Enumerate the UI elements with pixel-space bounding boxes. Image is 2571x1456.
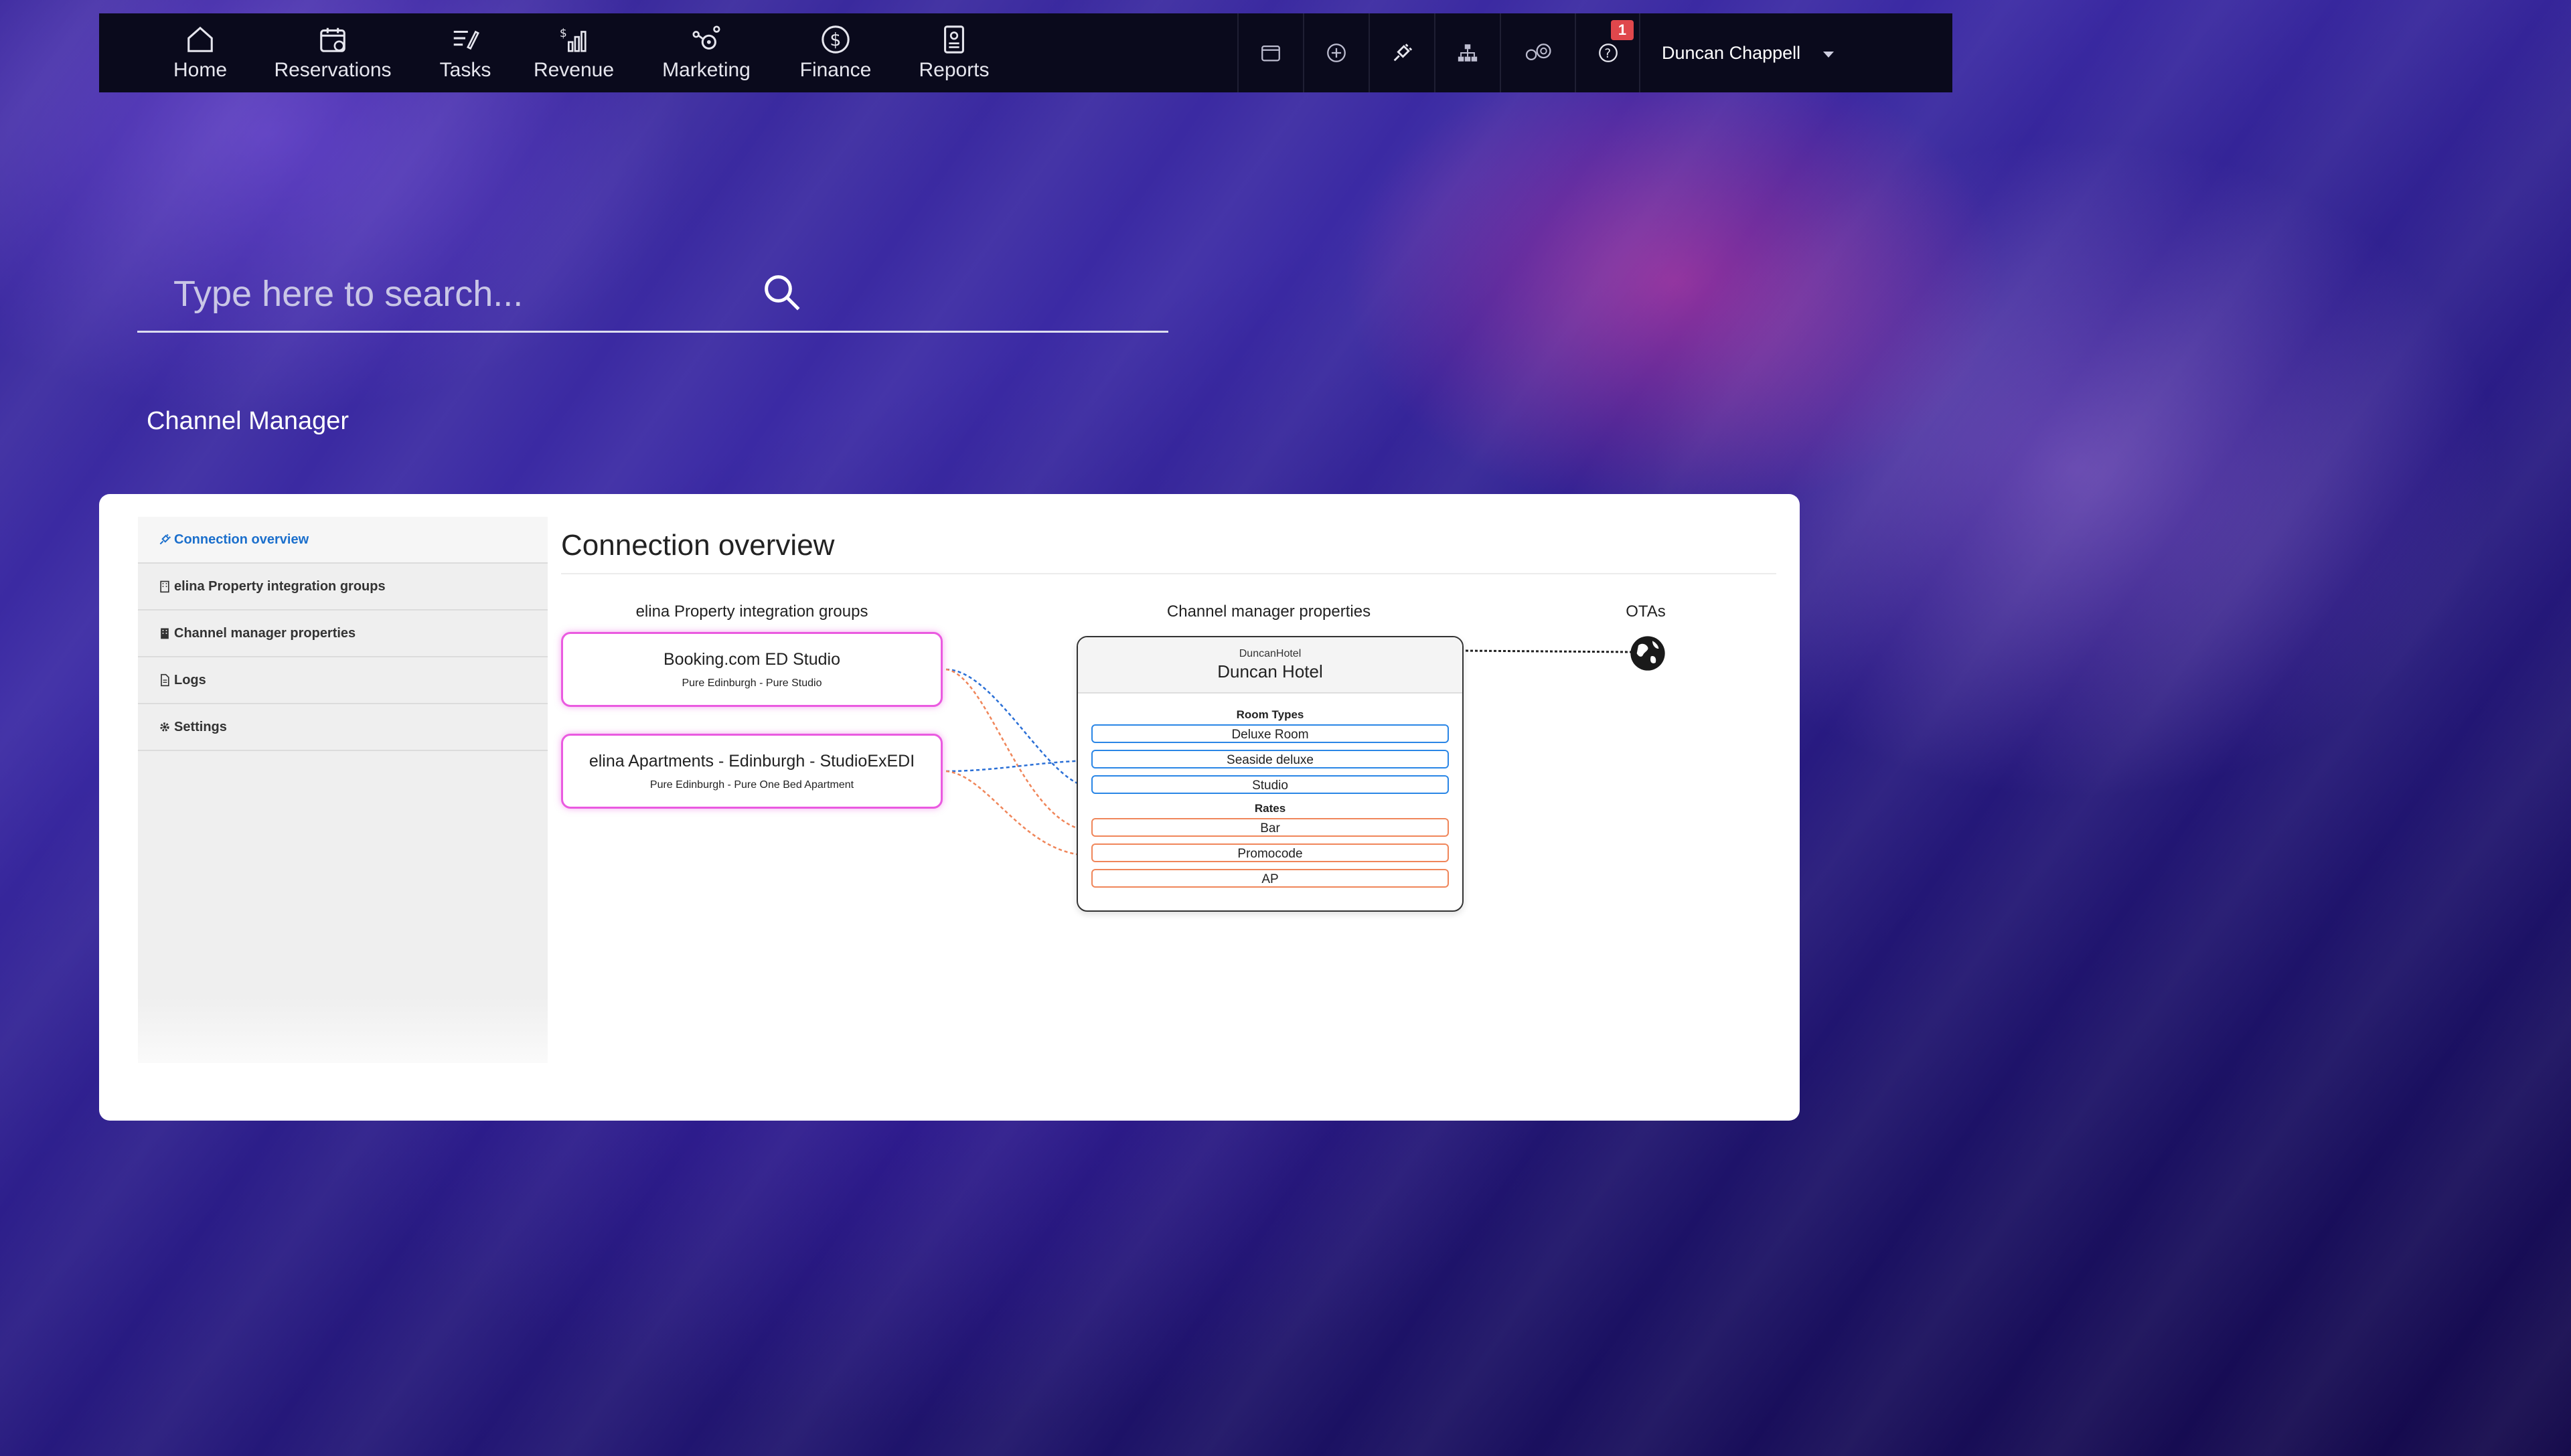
search-bar — [137, 254, 1168, 333]
room-type-pill[interactable]: Studio — [1091, 775, 1449, 794]
help-icon: ? — [1599, 44, 1618, 62]
sitemap-icon — [1458, 44, 1478, 62]
report-icon — [944, 25, 964, 54]
home-icon — [187, 26, 213, 52]
search-icon[interactable] — [760, 270, 804, 315]
nav-item-tasks[interactable]: Tasks — [434, 13, 497, 92]
nav-item-finance[interactable]: $ Finance — [795, 13, 876, 92]
add-button[interactable] — [1303, 13, 1369, 92]
nav-item-label: Home — [173, 59, 228, 81]
property-header: DuncanHotel Duncan Hotel — [1078, 637, 1462, 694]
svg-text:$: $ — [830, 30, 841, 51]
settings-tool-button[interactable] — [1500, 13, 1575, 92]
calendar-icon — [1261, 45, 1280, 62]
rate-pill[interactable]: Promocode — [1091, 843, 1449, 862]
nav-item-marketing[interactable]: Marketing — [656, 13, 757, 92]
group-subtitle: Pure Edinburgh - Pure One Bed Apartment — [649, 779, 854, 791]
rates-label: Rates — [1254, 802, 1286, 815]
integration-group-card[interactable]: elina Apartments - Edinburgh - StudioExE… — [561, 734, 943, 809]
nav-item-label: Reports — [919, 59, 990, 81]
nav-item-reservations[interactable]: Reservations — [268, 13, 398, 92]
organization-button[interactable] — [1434, 13, 1500, 92]
nav-item-label: Revenue — [533, 59, 615, 81]
marketing-icon — [692, 25, 720, 50]
page-title: Channel Manager — [147, 407, 349, 435]
notification-badge: 1 — [1611, 20, 1634, 40]
user-name: Duncan Chappell — [1662, 42, 1801, 63]
group-name: elina Apartments - Edinburgh - StudioExE… — [589, 752, 915, 771]
dollar-icon: $ — [822, 25, 850, 54]
room-type-pill[interactable]: Seaside deluxe — [1091, 750, 1449, 769]
rate-pill[interactable]: AP — [1091, 869, 1449, 888]
nav-item-label: Marketing — [662, 59, 751, 81]
plus-circle-icon — [1327, 44, 1346, 62]
calendar-icon — [320, 27, 345, 52]
rate-pill[interactable]: Bar — [1091, 818, 1449, 837]
room-types-label: Room Types — [1236, 708, 1304, 721]
nav-item-home[interactable]: Home — [165, 13, 236, 92]
channel-manager-property-card[interactable]: DuncanHotel Duncan Hotel Room Types Delu… — [1077, 636, 1464, 912]
calendar-tool-button[interactable] — [1237, 13, 1303, 92]
nav-item-label: Finance — [799, 59, 872, 81]
channel-manager-card: Connection overview elina Property integ… — [99, 494, 1800, 1121]
nav-item-revenue[interactable]: $ Revenue — [530, 13, 617, 92]
help-button[interactable]: ? 1 — [1575, 13, 1640, 92]
property-code: DuncanHotel — [1239, 648, 1302, 659]
channel-manager-button[interactable] — [1369, 13, 1434, 92]
plug-icon — [1393, 44, 1413, 62]
integration-group-card[interactable]: Booking.com ED Studio Pure Edinburgh - P… — [561, 632, 943, 707]
globe-icon[interactable] — [1629, 635, 1666, 672]
property-name: Duncan Hotel — [1217, 661, 1323, 681]
nav-item-reports[interactable]: Reports — [915, 13, 994, 92]
svg-text:?: ? — [1604, 47, 1611, 61]
tasks-icon — [453, 30, 479, 50]
revenue-icon: $ — [560, 27, 587, 52]
group-name: Booking.com ED Studio — [663, 650, 841, 669]
room-type-pill[interactable]: Deluxe Room — [1091, 724, 1449, 743]
gears-icon — [1525, 44, 1551, 61]
search-input[interactable] — [172, 268, 844, 320]
user-menu[interactable]: Duncan Chappell — [1639, 13, 1835, 92]
group-subtitle: Pure Edinburgh - Pure Studio — [682, 677, 822, 689]
nav-item-label: Reservations — [274, 59, 392, 81]
connection-lines — [945, 649, 1633, 857]
svg-text:$: $ — [560, 27, 567, 40]
top-navigation-bar: Home Reservations Tasks $ Revenue Market… — [99, 13, 1952, 92]
chevron-down-icon — [1823, 51, 1835, 58]
nav-item-label: Tasks — [439, 59, 491, 81]
